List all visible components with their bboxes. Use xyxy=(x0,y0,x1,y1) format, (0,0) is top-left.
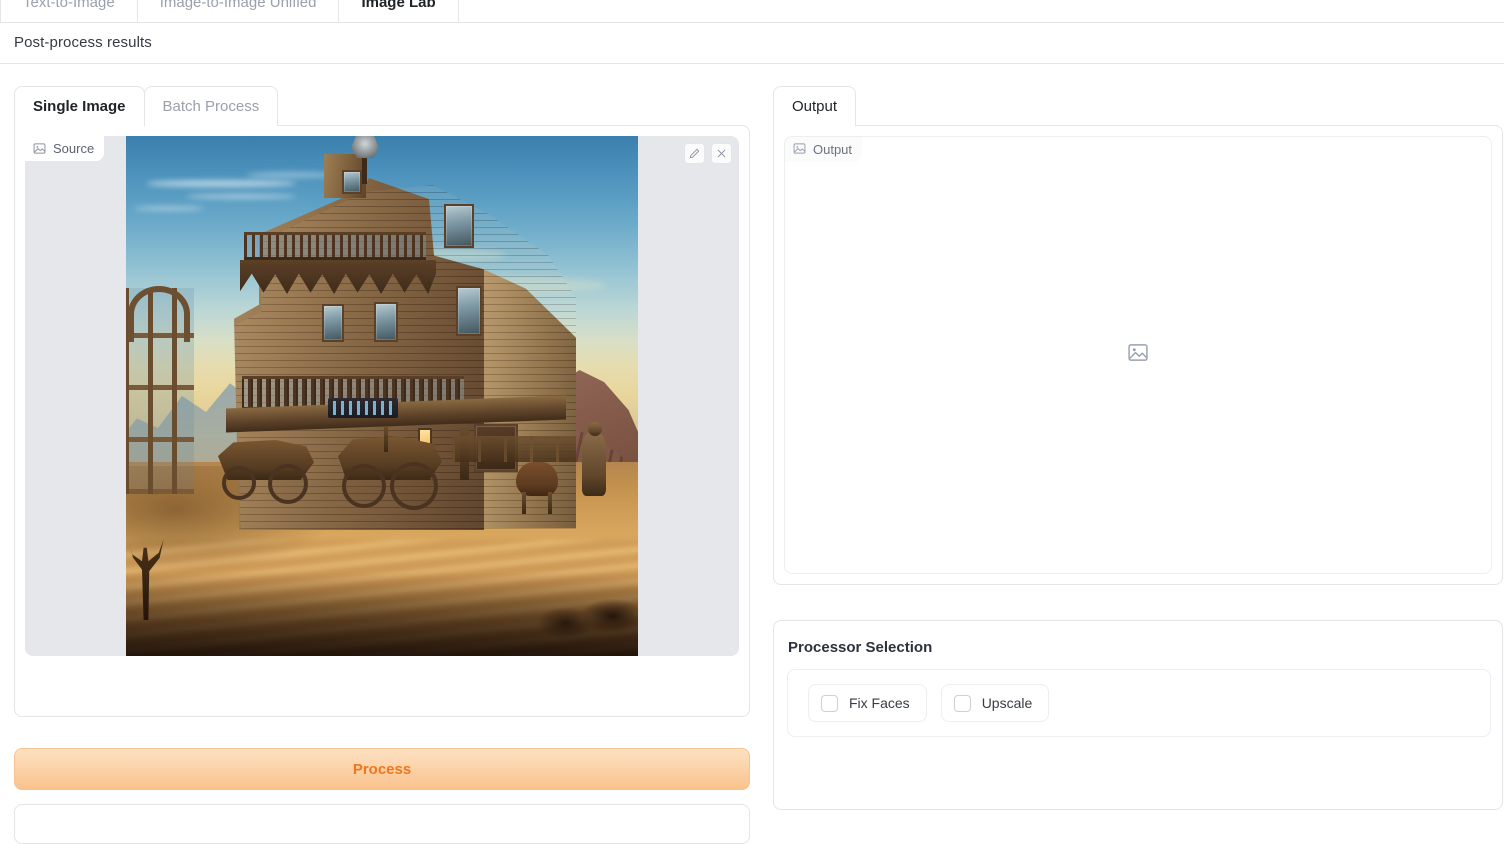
tab-label: Text-to-Image xyxy=(23,0,115,11)
output-tabstrip: Output xyxy=(773,86,857,126)
source-image xyxy=(126,136,638,656)
post-process-header-panel: Post-process results xyxy=(0,22,1504,64)
page-title: Post-process results xyxy=(14,34,152,51)
close-icon xyxy=(716,148,727,159)
left-column: Single Image Batch Process Source Proces… xyxy=(0,64,760,844)
checkbox-box[interactable] xyxy=(953,694,971,712)
pencil-icon xyxy=(689,148,700,159)
tab-label: Output xyxy=(792,98,838,115)
output-panel: Output xyxy=(773,125,1503,585)
checkbox-fix-faces[interactable]: Fix Faces xyxy=(808,684,927,722)
right-column: Output Output Processor Selection Fix Fa… xyxy=(760,64,1504,810)
process-button-label: Process xyxy=(352,760,412,778)
below-process-panel xyxy=(14,804,750,844)
checkbox-box[interactable] xyxy=(821,694,838,712)
source-panel: Source xyxy=(14,125,750,717)
checkbox-upscale[interactable]: Upscale xyxy=(940,684,1050,722)
saloon-sign xyxy=(328,398,398,418)
processor-options-group: Fix Faces Upscale xyxy=(787,669,1491,737)
tab-label: Image Lab xyxy=(361,0,436,11)
tab-batch-process[interactable]: Batch Process xyxy=(143,86,279,126)
image-icon xyxy=(33,142,46,155)
source-badge: Source xyxy=(25,136,105,161)
output-image-stage[interactable]: Output xyxy=(784,136,1492,574)
source-tabstrip: Single Image Batch Process xyxy=(14,86,279,126)
source-actions xyxy=(684,143,732,164)
tab-label: Batch Process xyxy=(162,98,260,115)
tab-image-to-image-unified[interactable]: Image-to-Image Unified xyxy=(136,0,340,22)
tab-label: Single Image xyxy=(33,98,126,115)
tab-output[interactable]: Output xyxy=(773,86,857,126)
tabstrip-filler xyxy=(457,0,1504,22)
tab-image-lab[interactable]: Image Lab xyxy=(338,0,459,22)
image-placeholder-icon xyxy=(1128,342,1149,368)
image-icon xyxy=(793,142,806,158)
close-image-button[interactable] xyxy=(711,143,732,164)
processor-selection-card: Processor Selection Fix Faces Upscale xyxy=(773,620,1503,810)
edit-image-button[interactable] xyxy=(684,143,705,164)
checkbox-label: Upscale xyxy=(981,695,1033,711)
tab-single-image[interactable]: Single Image xyxy=(14,86,145,126)
main-tabstrip: Text-to-Image Image-to-Image Unified Ima… xyxy=(0,0,1504,22)
tab-text-to-image[interactable]: Text-to-Image xyxy=(0,0,138,22)
output-badge-label: Output xyxy=(813,142,853,157)
source-badge-label: Source xyxy=(53,141,95,156)
checkbox-label: Fix Faces xyxy=(849,695,910,711)
output-badge: Output xyxy=(785,137,863,162)
source-image-stage[interactable]: Source xyxy=(25,136,739,656)
process-button[interactable]: Process xyxy=(14,748,750,790)
tab-label: Image-to-Image Unified xyxy=(159,0,317,11)
processor-selection-title: Processor Selection xyxy=(788,639,933,656)
